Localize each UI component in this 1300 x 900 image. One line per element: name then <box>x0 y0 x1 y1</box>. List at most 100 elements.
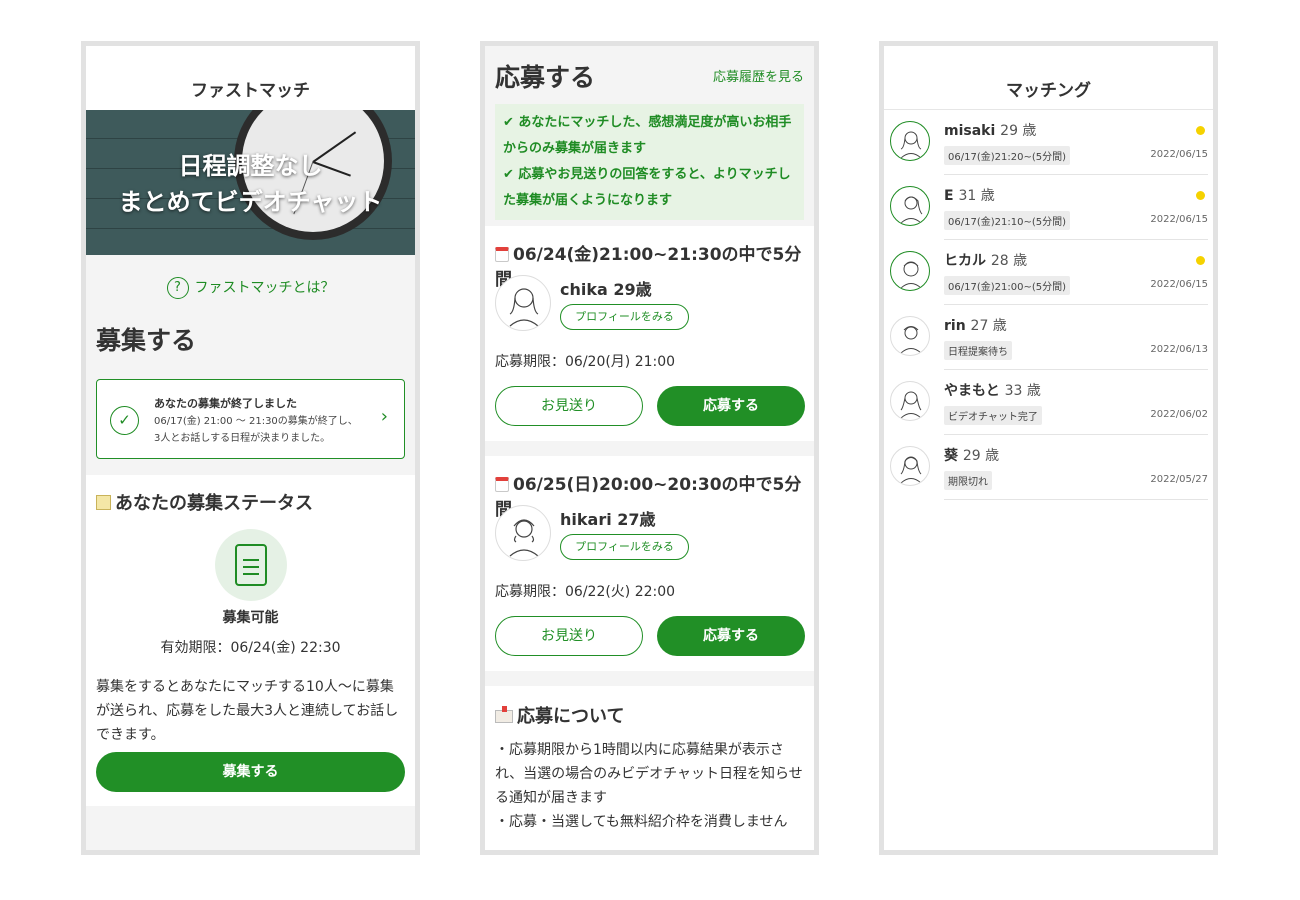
match-date: 2022/06/15 <box>1150 214 1208 225</box>
view-profile-button[interactable]: プロフィールをみる <box>560 534 689 560</box>
match-row[interactable]: ヒカル 28 歳 06/17(金)21:00~(5分間) 2022/06/15 <box>884 240 1213 305</box>
page-title: ファストマッチ <box>86 46 415 110</box>
recruitment-status-section: あなたの募集ステータス 募集可能 有効期限：06/24(金) 22:30 募集を… <box>86 475 415 806</box>
avatar <box>890 121 930 161</box>
match-date: 2022/06/02 <box>1150 409 1208 420</box>
apply-screen: 応募する 応募履歴を見る ✔ あなたにマッチした、感想満足度が高いお相手からのみ… <box>480 41 819 855</box>
match-name: E 31 歳 <box>944 185 995 205</box>
apply-button[interactable]: 応募する <box>657 616 805 656</box>
view-profile-button[interactable]: プロフィールをみる <box>560 304 689 330</box>
hero-banner: 日程調整なし まとめてビデオチャット <box>86 110 415 255</box>
match-row[interactable]: rin 27 歳 日程提案待ち 2022/06/13 <box>884 305 1213 370</box>
fastmatch-screen: ファストマッチ 日程調整なし まとめてビデオチャット ? ファストマッチとは？ 募… <box>81 41 420 855</box>
status-expiry: 有効期限：06/24(金) 22:30 <box>160 640 341 656</box>
pass-button[interactable]: お見送り <box>495 386 643 426</box>
about-item: ・応募・当選しても無料紹介枠を消費しません <box>495 814 788 830</box>
recruitment-finished-card[interactable]: ✓ あなたの募集が終了しました 06/17(金) 21:00 ～ 21:30の募… <box>96 379 405 459</box>
document-icon <box>214 529 287 601</box>
match-date: 2022/06/15 <box>1150 149 1208 160</box>
page-title: マッチング <box>884 46 1213 110</box>
calendar-icon <box>495 477 509 492</box>
match-name-text: やまもと <box>944 383 1000 399</box>
applicant-name: hikari 27歳 <box>560 510 656 529</box>
match-row[interactable]: 葵 29 歳 期限切れ 2022/05/27 <box>884 435 1213 500</box>
match-name: misaki 29 歳 <box>944 120 1036 140</box>
about-item: ・応募期限から1時間以内に応募結果が表示され、当選の場合のみビデオチャット日程を… <box>495 742 803 806</box>
match-status-tag: 日程提案待ち <box>944 341 1012 360</box>
header: 応募する 応募履歴を見る <box>485 46 814 104</box>
memo-icon <box>96 495 111 510</box>
recruitment-card: 06/24(金)21:00~21:30の中で5分間 chika 29歳 プロフィ… <box>485 226 814 441</box>
match-status-tag: 期限切れ <box>944 471 992 490</box>
match-date: 2022/06/13 <box>1150 344 1208 355</box>
section-title: 募集する <box>96 326 197 355</box>
status-title: あなたの募集ステータス <box>86 475 415 515</box>
status-label: 募集可能 <box>222 610 279 626</box>
match-status-tag: 06/17(金)21:00~(5分間) <box>944 276 1070 295</box>
match-age: 28 歳 <box>990 253 1028 269</box>
banner-headline: 日程調整なし <box>178 152 323 180</box>
about-title-text: 応募について <box>517 706 625 727</box>
notice-line-1: ✔ あなたにマッチした、感想満足度が高いお相手からのみ募集が届きます <box>503 115 792 156</box>
match-row[interactable]: misaki 29 歳 06/17(金)21:20~(5分間) 2022/06/… <box>884 110 1213 175</box>
match-name-text: ヒカル <box>944 253 986 269</box>
recruit-button[interactable]: 募集する <box>96 752 405 792</box>
help-link-label: ファストマッチとは？ <box>194 280 335 296</box>
page-title: 応募する <box>495 63 596 92</box>
finished-title: あなたの募集が終了しました <box>154 397 297 410</box>
match-status-tag: 06/17(金)21:20~(5分間) <box>944 146 1070 165</box>
avatar[interactable] <box>495 505 551 561</box>
match-age: 29 歳 <box>1000 123 1037 139</box>
chevron-right-icon: › <box>380 406 388 427</box>
match-date: 2022/05/27 <box>1150 474 1208 485</box>
match-name: やまもと 33 歳 <box>944 380 1041 400</box>
about-title: 応募について <box>495 702 624 728</box>
envelope-icon <box>495 706 513 723</box>
finished-line-2: 3人とお話しする日程が決まりました。 <box>154 433 331 444</box>
calendar-icon <box>495 247 509 262</box>
check-circle-icon: ✓ <box>110 406 139 435</box>
about-application-section: 応募について ・応募期限から1時間以内に応募結果が表示され、当選の場合のみビデオ… <box>485 686 814 850</box>
match-name: 葵 29 歳 <box>944 445 999 465</box>
match-name-text: misaki <box>944 123 996 139</box>
unread-dot-icon <box>1196 256 1205 265</box>
match-row[interactable]: E 31 歳 06/17(金)21:10~(5分間) 2022/06/15 <box>884 175 1213 240</box>
avatar <box>890 186 930 226</box>
match-age: 27 歳 <box>970 318 1007 334</box>
match-name-text: 葵 <box>944 448 958 464</box>
avatar[interactable] <box>495 275 551 331</box>
matching-screen: マッチング misaki 29 歳 06/17(金)21:20~(5分間) 20… <box>879 41 1218 855</box>
application-deadline: 応募期限：06/20(月) 21:00 <box>495 354 676 370</box>
recruitment-card: 06/25(日)20:00~20:30の中で5分間 hikari 27歳 プロフ… <box>485 456 814 671</box>
match-age: 33 歳 <box>1004 383 1041 399</box>
match-name: rin 27 歳 <box>944 315 1007 335</box>
match-row[interactable]: やまもと 33 歳 ビデオチャット完了 2022/06/02 <box>884 370 1213 435</box>
avatar <box>890 251 930 291</box>
finished-description: 06/17(金) 21:00 ～ 21:30の募集が終了し、 3人とお話しする日… <box>154 413 369 447</box>
application-history-link[interactable]: 応募履歴を見る <box>713 66 804 85</box>
pass-button[interactable]: お見送り <box>495 616 643 656</box>
status-description: 募集をするとあなたにマッチする10人〜に募集が送られ、応募をした最大3人と連続し… <box>96 679 399 743</box>
avatar <box>890 446 930 486</box>
match-name-text: rin <box>944 318 966 334</box>
apply-button[interactable]: 応募する <box>657 386 805 426</box>
question-icon: ? <box>166 277 189 299</box>
banner-subheadline: まとめてビデオチャット <box>118 188 383 216</box>
avatar <box>890 316 930 356</box>
match-date: 2022/06/15 <box>1150 279 1208 290</box>
notice-box: ✔ あなたにマッチした、感想満足度が高いお相手からのみ募集が届きます ✔ 応募や… <box>495 104 804 220</box>
match-name: ヒカル 28 歳 <box>944 250 1027 270</box>
avatar <box>890 381 930 421</box>
unread-dot-icon <box>1196 191 1205 200</box>
match-status-tag: ビデオチャット完了 <box>944 406 1042 425</box>
finished-line-1: 06/17(金) 21:00 ～ 21:30の募集が終了し、 <box>154 416 358 427</box>
match-status-tag: 06/17(金)21:10~(5分間) <box>944 211 1070 230</box>
application-deadline: 応募期限：06/22(火) 22:00 <box>495 584 676 600</box>
status-title-text: あなたの募集ステータス <box>115 493 313 514</box>
notice-line-2: ✔ 応募やお見送りの回答をすると、よりマッチした募集が届くようになります <box>503 167 791 208</box>
fastmatch-help-link[interactable]: ? ファストマッチとは？ <box>86 277 415 299</box>
match-name-text: E <box>944 188 954 204</box>
match-age: 31 歳 <box>958 188 995 204</box>
applicant-name: chika 29歳 <box>560 280 652 299</box>
match-age: 29 歳 <box>962 448 1000 464</box>
